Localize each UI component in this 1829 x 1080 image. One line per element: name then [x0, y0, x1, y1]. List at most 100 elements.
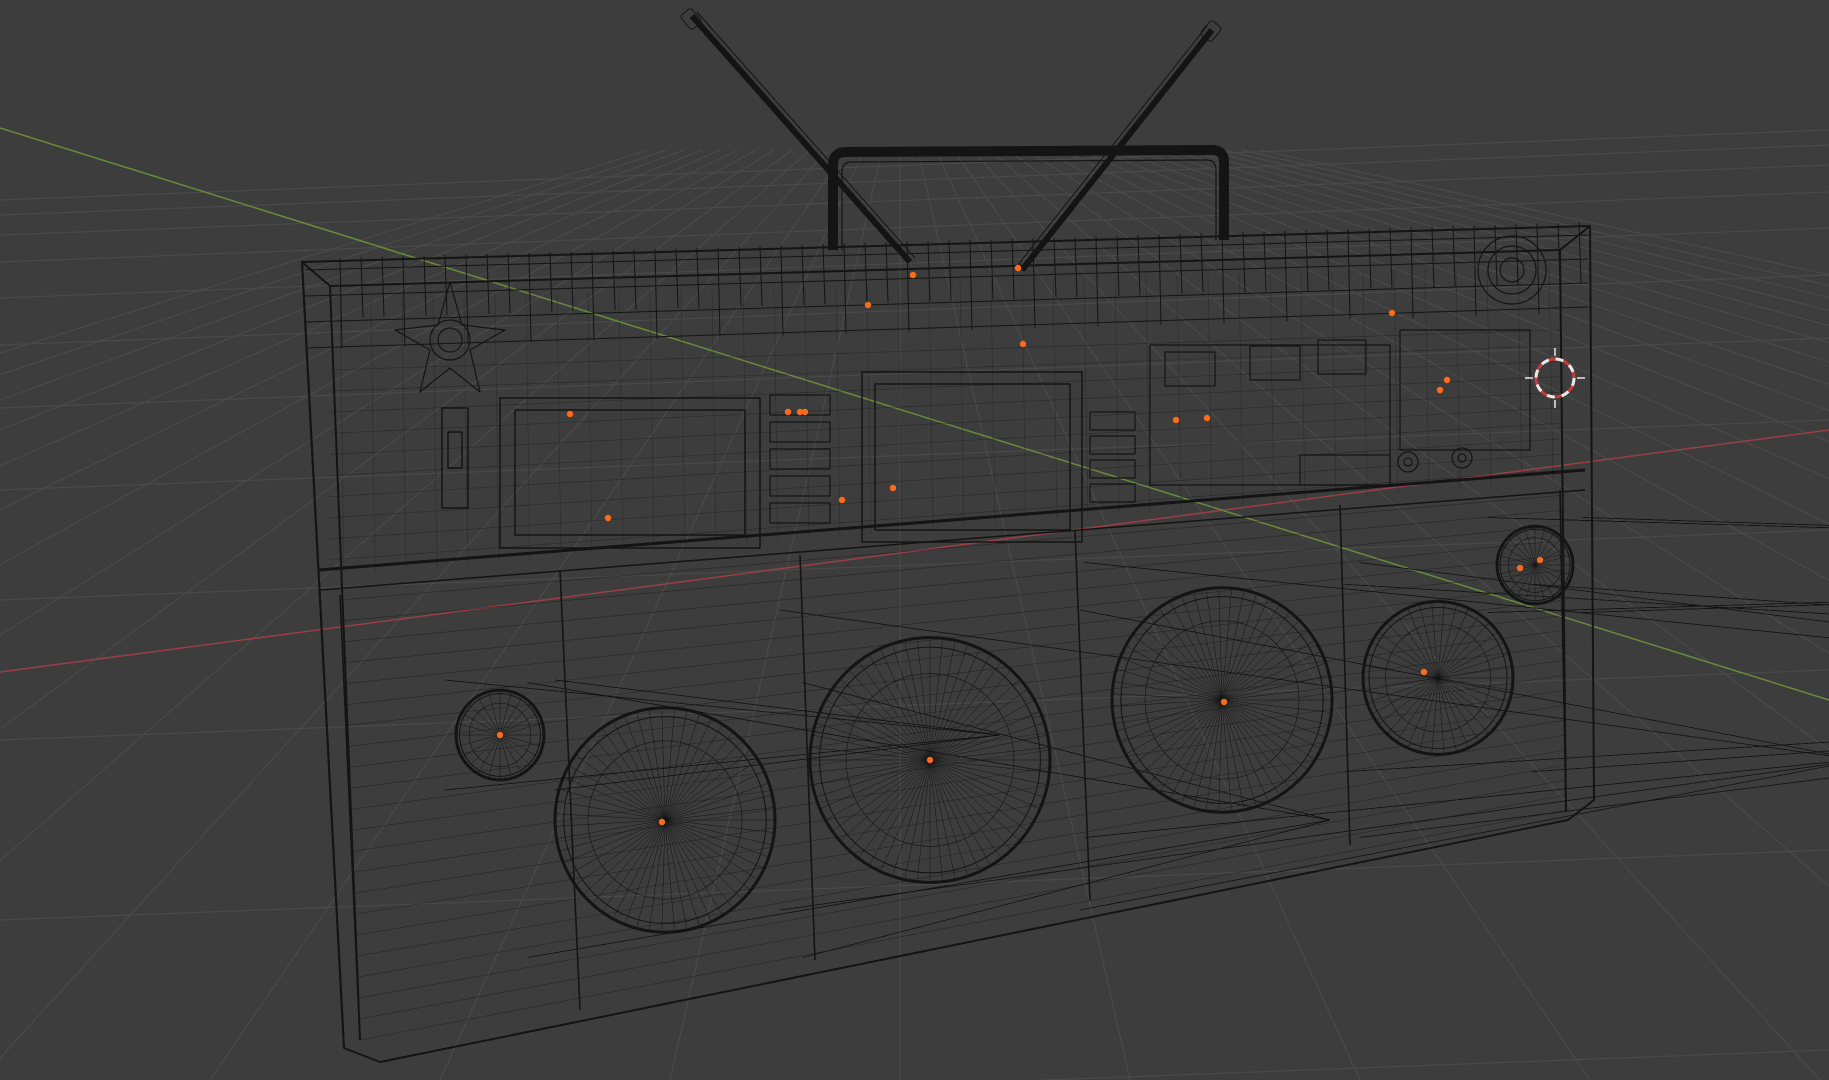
grille-fan — [1079, 609, 1829, 755]
strip-line — [780, 245, 784, 336]
grille-fan — [1582, 517, 1829, 526]
origin-point — [1014, 264, 1022, 272]
grid-line — [1259, 149, 1829, 276]
mesh-line — [1114, 277, 1120, 516]
strip-line — [486, 253, 490, 314]
grille-fan — [1344, 741, 1829, 772]
strip-line — [1137, 235, 1141, 296]
speaker-spoke — [1437, 677, 1510, 703]
speaker-spoke — [1498, 564, 1536, 576]
grille-fan — [1079, 765, 1829, 911]
grid-line — [0, 149, 829, 1059]
grid-line — [0, 149, 757, 566]
speaker-spoke — [1181, 699, 1223, 803]
mesh-line — [680, 290, 686, 549]
speaker-spoke — [499, 734, 543, 747]
speaker-spoke — [575, 755, 666, 821]
strip-line — [822, 244, 826, 305]
mesh-line — [1083, 278, 1089, 518]
speaker-spoke — [1132, 699, 1223, 765]
mesh-line — [1331, 271, 1337, 499]
speaker-spoke — [929, 759, 1048, 786]
speaker-spoke — [929, 759, 1028, 831]
grille-fan — [1582, 517, 1829, 526]
grille-fan — [1582, 517, 1829, 526]
speaker-spoke — [664, 819, 769, 858]
grille-fan — [1079, 609, 1829, 755]
grille-fan — [1582, 517, 1829, 526]
boombox-wireframe-model[interactable] — [301, 8, 1829, 1063]
grille-fan — [1344, 741, 1829, 772]
strip-line — [1452, 226, 1456, 287]
strip-line — [381, 256, 385, 317]
grille-fan — [1079, 765, 1829, 911]
grid-line — [0, 129, 1829, 201]
origin-point — [1443, 376, 1451, 384]
strip-line — [1284, 230, 1288, 322]
grid-line — [1241, 149, 1829, 287]
speaker-spoke — [929, 759, 1045, 798]
speaker-spoke — [575, 819, 666, 885]
speaker-spoke — [929, 759, 943, 880]
speaker-spoke — [929, 655, 991, 761]
grille-fan — [1487, 602, 1829, 613]
speaker-spoke — [664, 819, 751, 890]
viewport-canvas[interactable] — [0, 0, 1829, 1080]
speaker-spoke — [1112, 699, 1223, 707]
grille-fan — [1344, 584, 1829, 615]
speaker-spoke — [1159, 609, 1223, 701]
grille-fan — [1344, 584, 1829, 615]
speaker-spoke — [840, 679, 931, 761]
mesh-line — [329, 329, 1561, 371]
grille-fan — [1079, 609, 1829, 755]
speaker-spoke — [904, 759, 931, 878]
strip-line — [696, 247, 700, 308]
strip-line — [738, 246, 742, 307]
grille-fan — [1344, 741, 1829, 772]
speaker-spoke — [1221, 620, 1299, 701]
speaker-spoke — [825, 699, 931, 761]
grille-fan — [1344, 584, 1829, 615]
3d-viewport[interactable] — [0, 0, 1829, 1080]
mesh-line — [358, 794, 1567, 1020]
grille-fan — [444, 734, 1001, 791]
mesh-line — [928, 282, 934, 530]
speaker-spoke — [1366, 653, 1439, 679]
panel-divider — [1074, 529, 1091, 901]
speaker-spoke — [840, 759, 931, 841]
grid-line — [1187, 149, 1829, 327]
strip-line — [654, 248, 658, 340]
strip-line — [423, 255, 427, 316]
speaker-spoke — [664, 740, 742, 821]
origin-point — [838, 496, 846, 504]
mesh-line — [355, 734, 1567, 936]
grille-fan — [1582, 517, 1829, 526]
origin-point — [1203, 414, 1211, 422]
origin-point — [1220, 698, 1228, 706]
grille-fan — [1079, 765, 1829, 911]
slider-control[interactable] — [441, 407, 469, 509]
mesh-line — [866, 284, 872, 535]
cassette-deck-left[interactable] — [499, 397, 761, 549]
grille-fan — [1582, 517, 1829, 526]
grille-fan — [1582, 604, 1829, 613]
strip-line — [675, 248, 679, 309]
grid-line — [0, 149, 685, 401]
strip-line — [1305, 230, 1309, 291]
speaker-spoke — [499, 723, 543, 736]
grille-fan — [1487, 602, 1829, 613]
grille-fan — [1079, 609, 1829, 755]
grille-fan — [1344, 741, 1829, 772]
grille-fan — [1344, 584, 1829, 615]
strip-line — [444, 254, 448, 316]
speaker-spoke — [649, 819, 666, 929]
grille-fan — [1487, 602, 1829, 613]
mesh-line — [649, 290, 655, 552]
strip-line — [549, 251, 553, 313]
strip-line — [570, 251, 574, 312]
speaker-spoke — [1181, 597, 1223, 701]
grid-line — [669, 149, 883, 1080]
antenna-left[interactable] — [680, 8, 916, 264]
speaker-spoke — [929, 679, 1020, 761]
wire-hatching — [329, 264, 1567, 1041]
